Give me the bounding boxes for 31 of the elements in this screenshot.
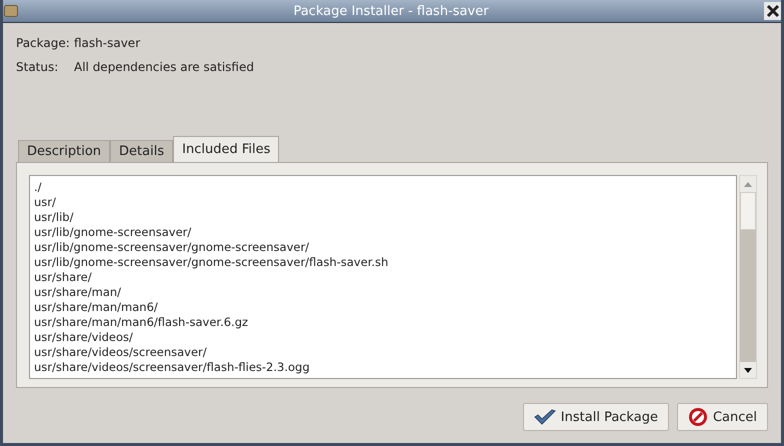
file-path: usr/share/videos/ <box>34 330 134 345</box>
scroll-up-icon[interactable] <box>744 182 752 186</box>
scrollbar[interactable] <box>739 175 757 379</box>
install-button[interactable]: Install Package <box>522 403 669 431</box>
tab[interactable]: Details <box>110 140 174 162</box>
close-icon[interactable] <box>764 2 781 20</box>
checkmark-icon <box>534 409 556 425</box>
field-value: All dependencies are satisfied <box>74 60 254 74</box>
field-label: Status: <box>16 60 60 74</box>
file-path: usr/share/ <box>34 270 93 285</box>
file-path: usr/share/videos/screensaver/ <box>34 345 208 360</box>
tab[interactable]: Included Files <box>173 136 280 162</box>
window-title: Package Installer - flash-saver <box>292 4 490 18</box>
tab[interactable]: Description <box>18 140 110 162</box>
package-icon <box>4 5 18 17</box>
file-path: usr/ <box>34 195 57 210</box>
file-path: usr/lib/gnome-screensaver/gnome-screensaver/flash-saver.sh <box>34 255 390 270</box>
file-path: usr/share/man/man6/flash-saver.6.gz <box>34 315 250 330</box>
file-path: usr/lib/gnome-screensaver/ <box>34 225 192 240</box>
file-path: ./ <box>34 180 43 195</box>
file-path: usr/share/man/man6/ <box>34 300 159 315</box>
cancel-button[interactable]: Cancel <box>676 403 768 431</box>
scrollbar-thumb[interactable] <box>740 192 756 230</box>
file-path: usr/share/man/ <box>34 285 122 300</box>
file-path: usr/share/videos/screensaver/flash-flies-2.3.ogg <box>34 360 311 375</box>
file-path: usr/lib/ <box>34 210 74 225</box>
scroll-down-icon[interactable] <box>744 368 752 372</box>
file-path: usr/lib/gnome-screensaver/gnome-screensaver/ <box>34 240 310 255</box>
field-value: flash-saver <box>74 36 140 50</box>
no-entry-icon <box>688 407 708 427</box>
field-label: Package: <box>16 36 71 50</box>
